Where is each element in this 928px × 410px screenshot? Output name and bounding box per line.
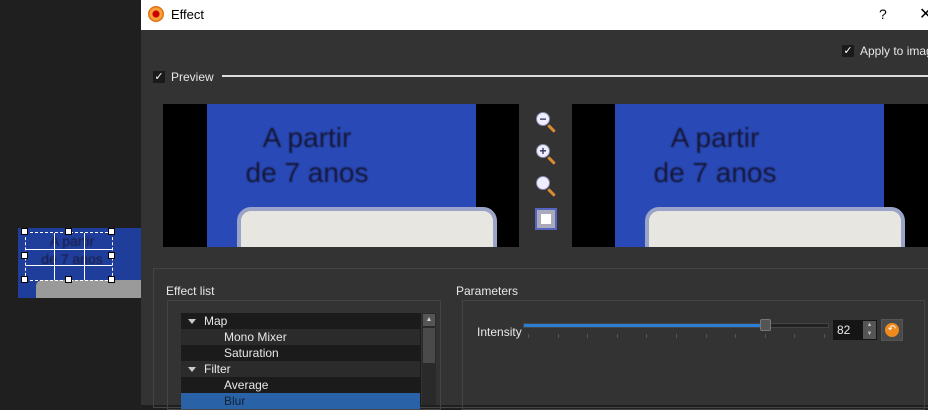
resize-handle[interactable] [108, 276, 115, 283]
parameters-label: Parameters [456, 284, 519, 298]
slider-fill [524, 324, 766, 327]
apply-to-image-label: Apply to image [860, 44, 928, 58]
grid-line [26, 265, 112, 266]
slider-tick [764, 334, 766, 338]
slider-tick [528, 334, 529, 338]
preview-text-1: A partir [262, 122, 352, 153]
effect-list-label: Effect list [166, 284, 215, 298]
slider-tick [676, 334, 677, 338]
expand-arrow-icon[interactable] [188, 319, 196, 324]
expand-arrow-icon[interactable] [188, 367, 196, 372]
result-text-1: A partir [670, 122, 760, 153]
effect-list-item-label: Mono Mixer [224, 330, 287, 344]
effect-list-item-label: Average [224, 378, 269, 392]
intensity-slider[interactable] [523, 319, 829, 331]
preview-divider [222, 75, 928, 77]
app-logo-icon [148, 6, 164, 22]
scrollbar-thumb[interactable] [423, 328, 435, 363]
slider-ticks [523, 334, 829, 338]
slider-tick [557, 334, 559, 338]
effect-list-item[interactable]: Blur [181, 393, 420, 409]
spin-arrows-icon[interactable]: ▲ ▼ [863, 321, 876, 339]
close-button[interactable]: ✕ [919, 4, 928, 24]
slider-tick [616, 334, 618, 338]
effect-list-item[interactable]: Filter [181, 361, 420, 377]
resize-handle[interactable] [21, 276, 28, 283]
effect-list-item-label: Saturation [224, 346, 279, 360]
effect-dialog: Effect ? ✕ ✓ Apply to image ✓ Preview A … [141, 0, 928, 410]
effect-list-item-label: Filter [204, 362, 231, 376]
slider-tick [646, 334, 648, 338]
help-button[interactable]: ? [879, 6, 887, 22]
resize-handle[interactable] [108, 252, 115, 259]
zoom-in-button[interactable]: + [534, 142, 558, 166]
effect-tree[interactable]: Map Mono Mixer Saturation Filter Average Blur [181, 313, 421, 409]
canvas-image-card [36, 280, 142, 298]
slider-tick [705, 334, 707, 338]
resize-handle[interactable] [65, 228, 72, 235]
slider-tick [735, 334, 737, 338]
slider-tick [587, 334, 589, 338]
title-bar: Effect ? ✕ [141, 0, 928, 30]
result-text-2: de 7 anos [653, 157, 777, 188]
zoom-out-button[interactable]: − [534, 110, 558, 134]
dialog-title: Effect [171, 7, 205, 22]
zoom-actual-button[interactable] [534, 174, 558, 198]
effect-list-item[interactable]: Mono Mixer [181, 329, 420, 345]
intensity-spinbox[interactable]: 82 ▲ ▼ [833, 320, 877, 340]
preview-text-2: de 7 anos [245, 157, 369, 188]
effect-list-item[interactable]: Saturation [181, 345, 420, 361]
intensity-value: 82 [837, 323, 851, 337]
scroll-up-arrow-icon[interactable]: ▲ [423, 314, 435, 326]
slider-tick [794, 334, 796, 338]
effect-list-item[interactable]: Average [181, 377, 420, 393]
selection-box[interactable] [21, 228, 115, 283]
parameters-group [462, 300, 925, 410]
original-preview[interactable]: A partir de 7 anos [163, 104, 519, 247]
slider-tick [824, 334, 825, 338]
slider-thumb[interactable] [760, 319, 772, 331]
preview-label: Preview [171, 70, 214, 84]
effect-list-item[interactable]: Map [181, 313, 420, 329]
resize-handle[interactable] [108, 228, 115, 235]
fit-to-window-button[interactable] [535, 208, 557, 230]
grid-line [54, 233, 55, 280]
reset-icon: ↶ [885, 323, 899, 337]
preview-checkbox[interactable]: ✓ [153, 71, 165, 83]
effect-list-item-label: Map [204, 314, 228, 328]
apply-to-image-checkbox[interactable]: ✓ [842, 45, 854, 57]
reset-button[interactable]: ↶ [881, 319, 903, 341]
fit-icon [541, 214, 551, 224]
resize-handle[interactable] [21, 228, 28, 235]
grid-line [26, 249, 112, 250]
grid-line [84, 233, 85, 280]
result-preview[interactable]: A partir de 7 anos [572, 104, 928, 247]
resize-handle[interactable] [65, 276, 72, 283]
resize-handle[interactable] [21, 252, 28, 259]
effect-list-scrollbar[interactable]: ▲ [422, 313, 436, 405]
effect-list-item-label: Blur [224, 394, 246, 408]
intensity-label: Intensity [477, 325, 522, 339]
